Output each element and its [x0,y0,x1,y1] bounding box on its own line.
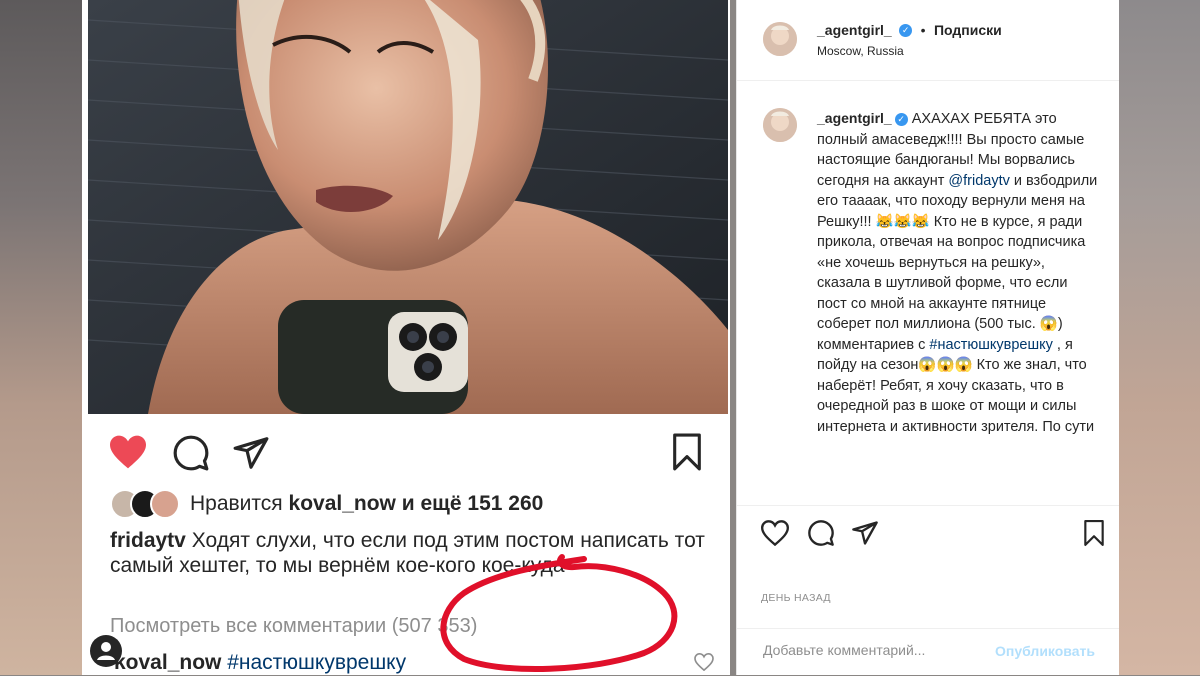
liker-avatars [110,489,186,519]
avatar[interactable] [763,22,797,56]
likes-prefix: Нравится [190,492,283,515]
likes-user[interactable]: koval_now [289,492,396,515]
phone-post-screenshot: Нравится koval_now и ещё 151 260 fridayt… [82,0,730,675]
verified-badge-icon: ✓ [894,112,908,126]
bookmark-icon[interactable] [1081,518,1107,553]
background-left [0,0,82,675]
comment-hashtag[interactable]: #настюшкуврешку [227,651,406,674]
send-icon[interactable] [232,434,270,477]
caption-text: и взбодрили его таааак, что походу верну… [817,172,1098,353]
header-username[interactable]: _agentgirl_ [817,22,892,38]
background-right [1118,0,1200,675]
comment-username[interactable]: koval_now [114,651,221,674]
post-photo [88,0,728,414]
post-caption: fridaytv Ходят слухи, что если под этим … [110,528,710,578]
heart-filled-icon[interactable] [108,434,148,475]
separator: • [920,22,926,38]
bookmark-icon[interactable] [668,432,706,477]
caption-text: Ходят слухи, что если под этим постом на… [110,529,705,577]
heart-icon[interactable] [760,520,790,551]
add-comment-bar: Опубликовать [737,628,1119,676]
location-link[interactable]: Moscow, Russia [817,44,904,58]
mention-link[interactable]: @fridaytv [948,173,1009,189]
post-actions [82,430,730,476]
comment-row: koval_now #настюшкуврешку [90,635,730,675]
heart-icon[interactable] [694,652,714,675]
post-header: _agentgirl_ ✓ • Подписки Moscow, Russia [737,0,1119,81]
following-button[interactable]: Подписки [934,22,1002,38]
panel-actions [737,505,1119,550]
post-timestamp[interactable]: ДЕНЬ НАЗАД [761,592,831,604]
caption-username[interactable]: fridaytv [110,529,186,552]
publish-button[interactable]: Опубликовать [995,643,1095,659]
likes-summary: Нравится koval_now и ещё 151 260 [110,487,710,521]
comment-icon[interactable] [172,434,210,477]
comment-input[interactable] [761,641,1015,659]
likes-text[interactable]: Нравится koval_now и ещё 151 260 [190,492,543,516]
comment-text: koval_now #настюшкуврешку [114,651,406,675]
post-detail-panel: _agentgirl_ ✓ • Подписки Moscow, Russia … [736,0,1119,675]
hashtag-link[interactable]: #настюшкуврешку [929,337,1053,353]
send-icon[interactable] [851,519,879,552]
likes-count[interactable]: и ещё 151 260 [402,492,544,515]
comment-icon[interactable] [807,519,835,552]
verified-badge-icon: ✓ [899,24,913,38]
avatar [150,489,180,519]
caption-username[interactable]: _agentgirl_ [817,110,892,126]
avatar[interactable] [763,108,797,142]
post-caption-full: _agentgirl_ ✓ АХАХАХ РЕБЯТА это полный ам… [817,108,1099,437]
